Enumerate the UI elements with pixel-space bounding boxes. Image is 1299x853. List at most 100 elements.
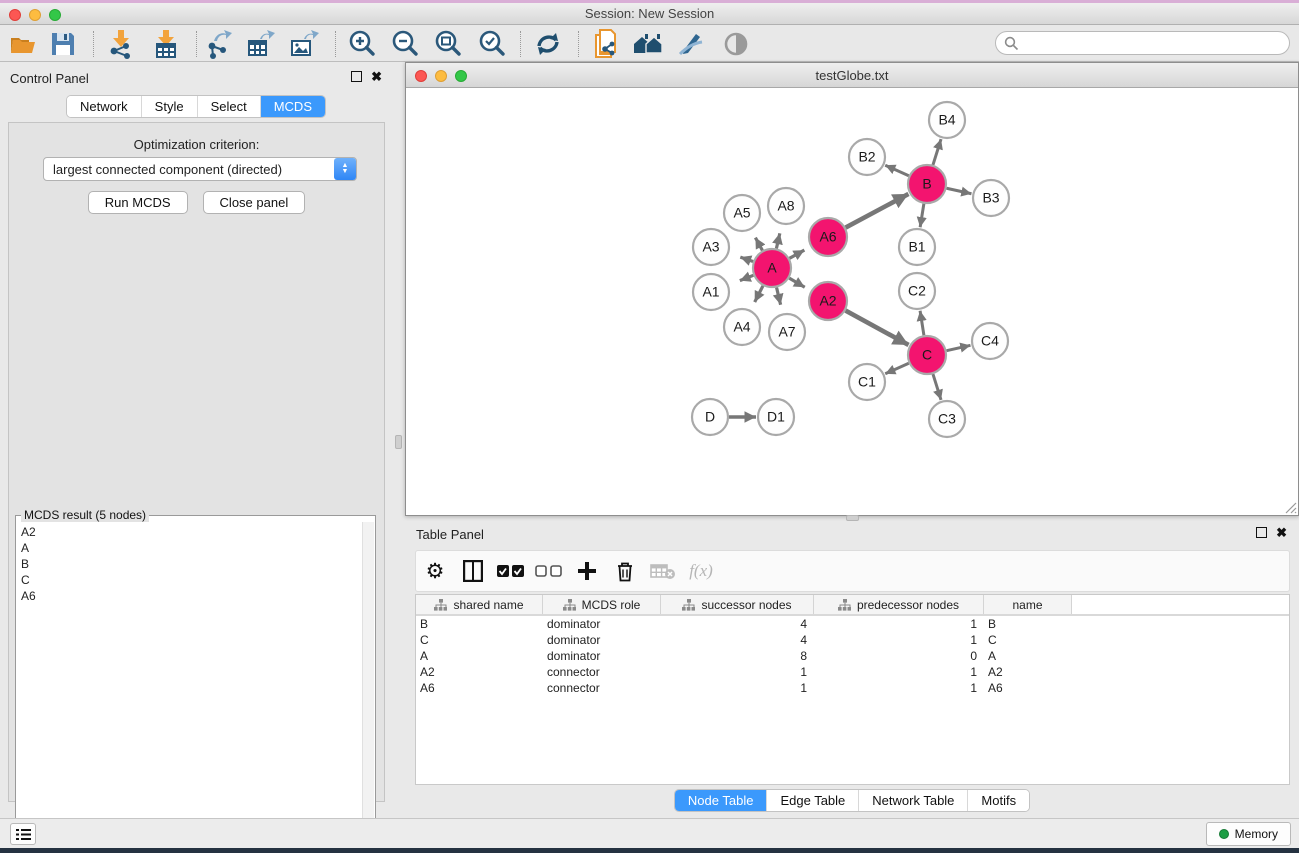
node-A2[interactable]: A2 (809, 282, 847, 320)
cell-predecessor-nodes[interactable]: 1 (814, 633, 984, 647)
mcds-result-list[interactable]: A2ABCA6 (17, 522, 362, 849)
cell-successor-nodes[interactable]: 4 (661, 617, 814, 631)
add-row-icon[interactable] (568, 551, 606, 591)
import-table-icon[interactable] (151, 29, 181, 59)
cell-shared-name[interactable]: C (416, 633, 543, 647)
criterion-dropdown[interactable]: largest connected component (directed) ▲… (43, 157, 357, 181)
save-session-icon[interactable] (48, 29, 78, 59)
delete-row-icon[interactable] (606, 551, 644, 591)
zoom-fit-icon[interactable] (433, 29, 463, 59)
node-A3[interactable]: A3 (693, 229, 729, 265)
tab-motifs[interactable]: Motifs (968, 790, 1029, 811)
close-table-panel-icon[interactable]: ✖ (1276, 527, 1287, 538)
select-all-icon[interactable] (492, 551, 530, 591)
run-mcds-button[interactable]: Run MCDS (88, 191, 188, 214)
import-network-icon[interactable] (106, 29, 136, 59)
node-B[interactable]: B (908, 165, 946, 203)
new-network-from-selection-icon[interactable] (592, 29, 622, 59)
cell-name[interactable]: B (984, 617, 1072, 631)
table-row[interactable]: A6connector11A6 (416, 680, 1289, 696)
splitter-handle[interactable] (395, 435, 402, 449)
export-table-icon[interactable] (246, 29, 276, 59)
column-settings-icon[interactable]: ⚙ (416, 551, 454, 591)
table-row[interactable]: Bdominator41B (416, 616, 1289, 632)
node-C1[interactable]: C1 (849, 364, 885, 400)
cell-predecessor-nodes[interactable]: 1 (814, 665, 984, 679)
cell-name[interactable]: A (984, 649, 1072, 663)
edge-A-A6[interactable] (789, 250, 804, 258)
edge-A-A1[interactable] (740, 275, 754, 280)
export-network-icon[interactable] (204, 29, 234, 59)
node-A7[interactable]: A7 (769, 314, 805, 350)
edge-A-A8[interactable] (776, 233, 779, 248)
edge-B-B3[interactable] (947, 188, 972, 193)
edge-B-B2[interactable] (885, 165, 909, 176)
zoom-in-icon[interactable] (347, 29, 377, 59)
mcds-result-item[interactable]: C (21, 572, 362, 588)
edge-B-B4[interactable] (933, 139, 941, 165)
cybrowser-icon[interactable] (632, 29, 662, 59)
node-A1[interactable]: A1 (693, 274, 729, 310)
node-B4[interactable]: B4 (929, 102, 965, 138)
cell-shared-name[interactable]: A6 (416, 681, 543, 695)
node-D[interactable]: D (692, 399, 728, 435)
memory-button[interactable]: Memory (1206, 822, 1291, 846)
node-C3[interactable]: C3 (929, 401, 965, 437)
zoom-out-icon[interactable] (390, 29, 420, 59)
apply-function-icon[interactable]: f(x) (682, 551, 720, 591)
deselect-all-icon[interactable] (530, 551, 568, 591)
cell-shared-name[interactable]: B (416, 617, 543, 631)
cell-name[interactable]: C (984, 633, 1072, 647)
export-image-icon[interactable] (289, 29, 319, 59)
tab-mcds[interactable]: MCDS (261, 96, 325, 117)
column-header-successor-nodes[interactable]: successor nodes (661, 595, 814, 614)
search-input[interactable] (1019, 35, 1289, 51)
edge-C-C4[interactable] (947, 345, 971, 350)
tab-style[interactable]: Style (142, 96, 198, 117)
cell-shared-name[interactable]: A (416, 649, 543, 663)
edge-B-B1[interactable] (920, 204, 924, 227)
node-C[interactable]: C (908, 336, 946, 374)
fit-columns-icon[interactable] (454, 551, 492, 591)
cell-shared-name[interactable]: A2 (416, 665, 543, 679)
node-A6[interactable]: A6 (809, 218, 847, 256)
edge-A-A4[interactable] (755, 286, 763, 302)
tab-network[interactable]: Network (67, 96, 142, 117)
cell-MCDS-role[interactable]: dominator (543, 649, 661, 663)
float-table-panel-icon[interactable] (1256, 527, 1267, 538)
task-history-button[interactable] (10, 823, 36, 845)
cell-name[interactable]: A2 (984, 665, 1072, 679)
edge-C-C1[interactable] (885, 363, 909, 374)
node-A8[interactable]: A8 (768, 188, 804, 224)
edge-C-C2[interactable] (920, 311, 924, 335)
table-row[interactable]: Adominator80A (416, 648, 1289, 664)
zoom-selected-icon[interactable] (477, 29, 507, 59)
node-A4[interactable]: A4 (724, 309, 760, 345)
cell-MCDS-role[interactable]: dominator (543, 617, 661, 631)
node-A[interactable]: A (753, 249, 791, 287)
cell-successor-nodes[interactable]: 1 (661, 681, 814, 695)
cell-successor-nodes[interactable]: 1 (661, 665, 814, 679)
tab-edge-table[interactable]: Edge Table (767, 790, 859, 811)
mcds-result-item[interactable]: A2 (21, 524, 362, 540)
edge-A-A5[interactable] (755, 238, 762, 251)
vertical-splitter[interactable] (392, 62, 405, 818)
cell-MCDS-role[interactable]: dominator (543, 633, 661, 647)
cell-successor-nodes[interactable]: 4 (661, 633, 814, 647)
float-panel-icon[interactable] (351, 71, 362, 82)
open-file-icon[interactable] (8, 29, 38, 59)
edge-A2-C[interactable] (846, 311, 909, 345)
apply-layout-icon[interactable] (533, 29, 563, 59)
column-header-name[interactable]: name (984, 595, 1072, 614)
node-C4[interactable]: C4 (972, 323, 1008, 359)
tab-node-table[interactable]: Node Table (675, 790, 768, 811)
table-row[interactable]: Cdominator41C (416, 632, 1289, 648)
network-graph[interactable]: AA1A2A3A4A5A6A7A8BB1B2B3B4CC1C2C3C4DD1 (406, 89, 1298, 516)
network-canvas[interactable]: AA1A2A3A4A5A6A7A8BB1B2B3B4CC1C2C3C4DD1 (406, 89, 1298, 515)
cell-successor-nodes[interactable]: 8 (661, 649, 814, 663)
edge-A-A2[interactable] (789, 278, 805, 287)
hide-labels-icon[interactable] (675, 29, 705, 59)
cell-name[interactable]: A6 (984, 681, 1072, 695)
delete-table-icon[interactable] (644, 551, 682, 591)
cell-MCDS-role[interactable]: connector (543, 665, 661, 679)
